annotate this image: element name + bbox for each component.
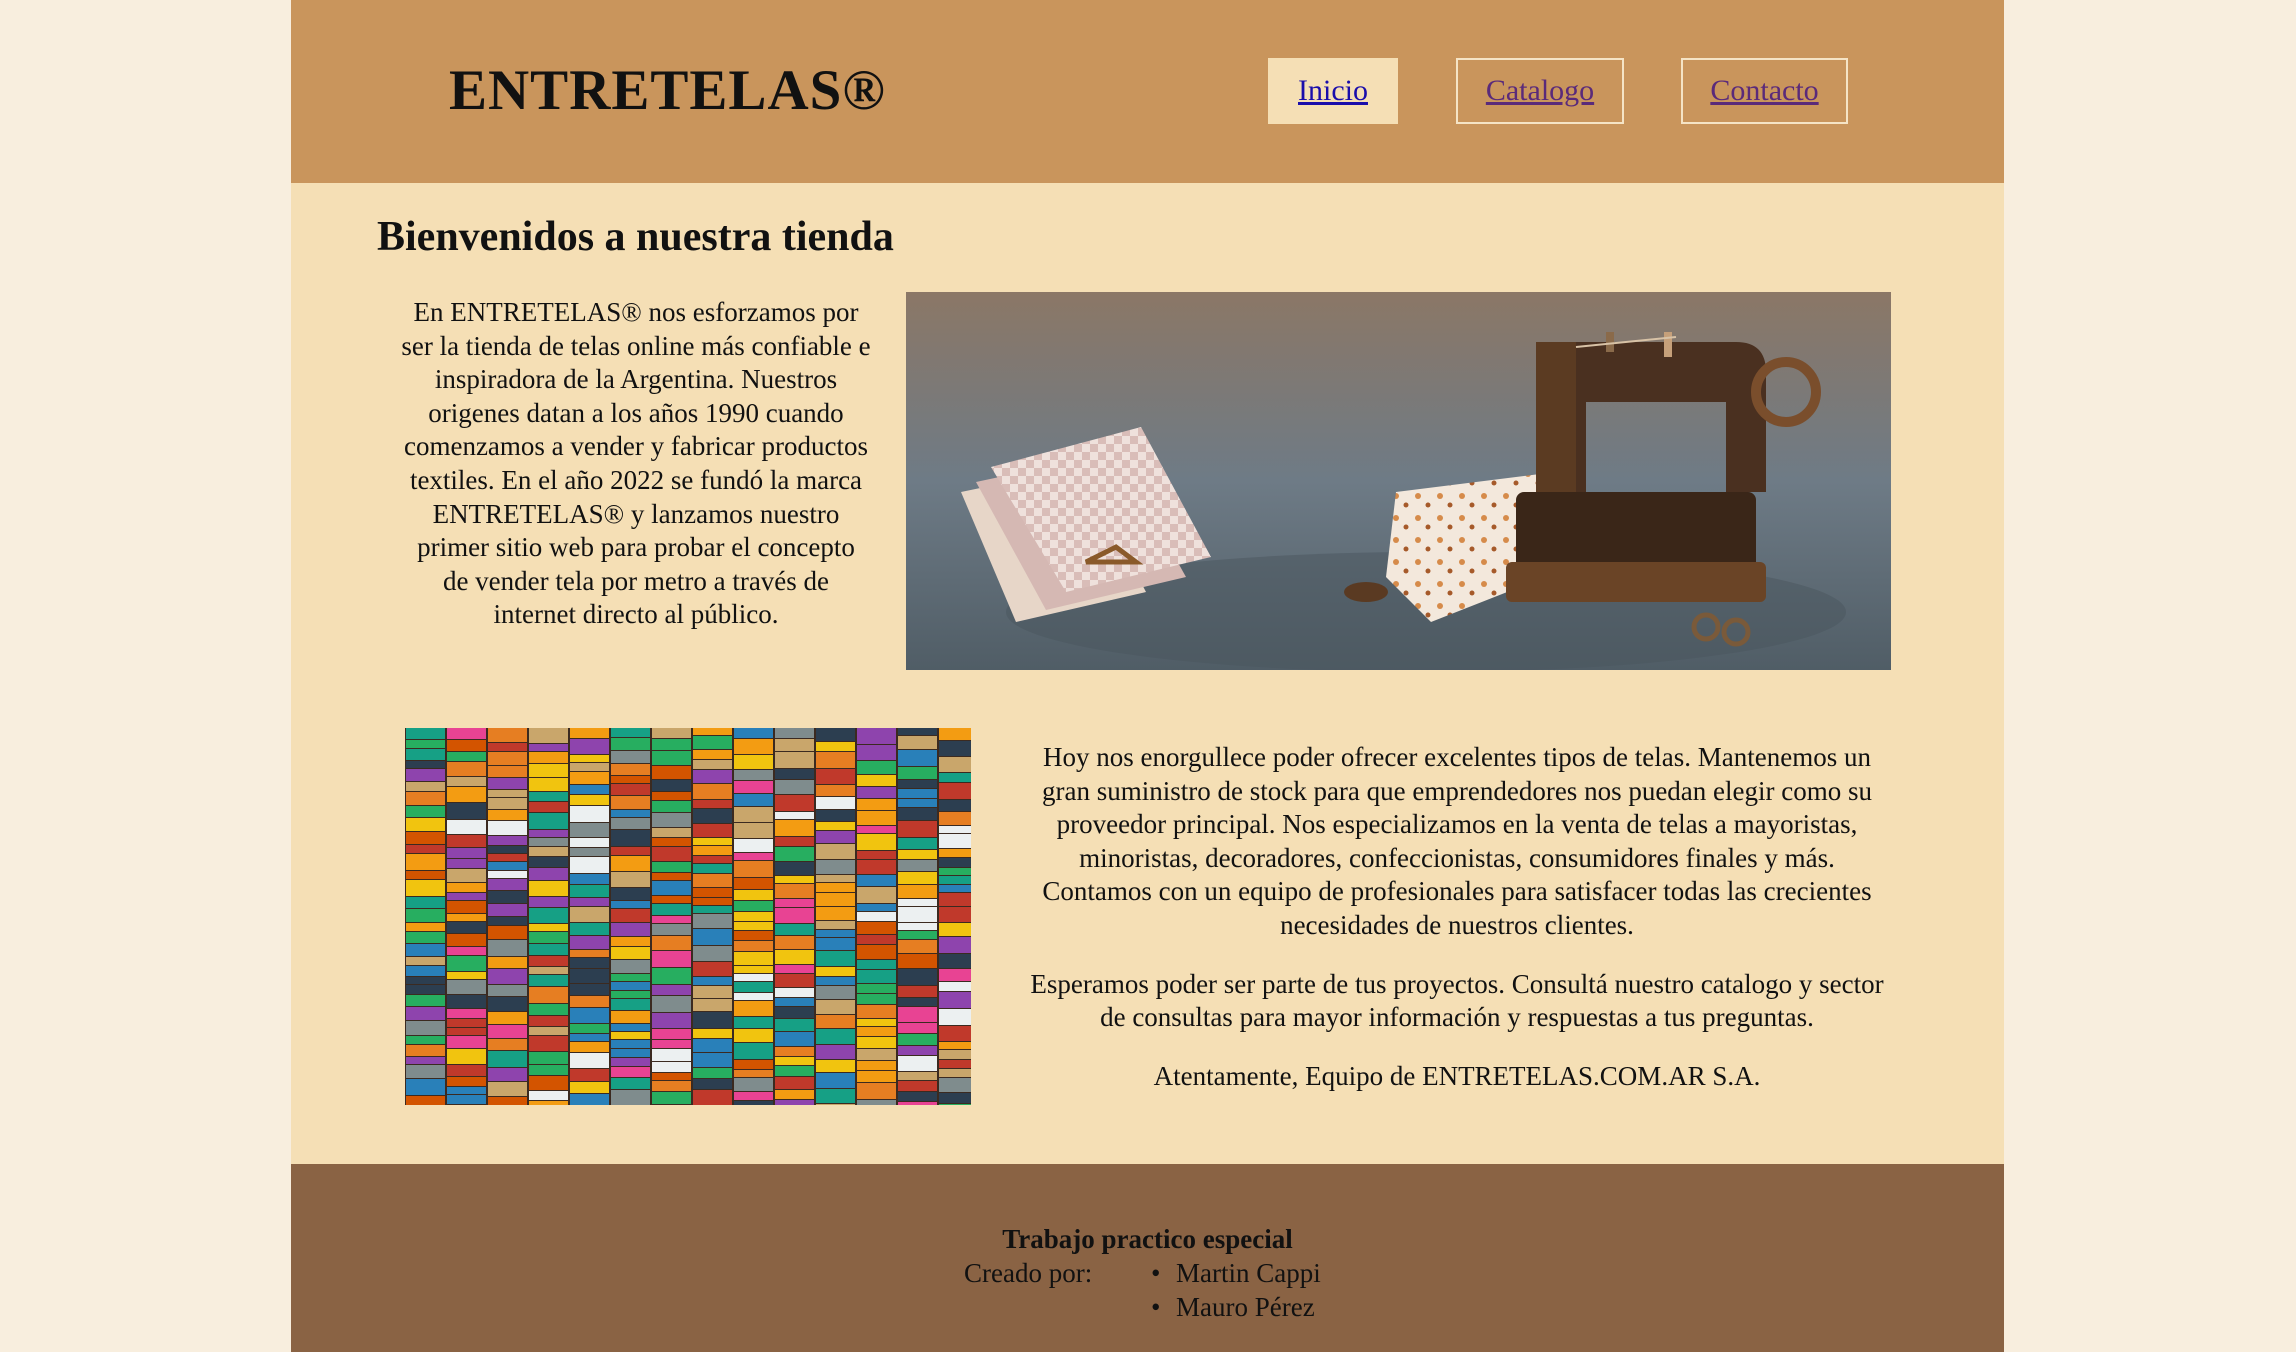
intro-paragraph: En ENTRETELAS® nos esforzamos por ser la…: [401, 297, 871, 630]
created-by-label: Creado por:: [964, 1258, 1093, 1288]
nav-contacto-button[interactable]: Contacto: [1681, 58, 1848, 124]
nav-catalogo-button[interactable]: Catalogo: [1456, 58, 1624, 124]
fabric-shelves-image: [405, 728, 971, 1105]
site-header: ENTRETELAS® Inicio Catalogo Contacto: [291, 0, 2004, 183]
authors-list: Martin Cappi Mauro Pérez: [1151, 1256, 1321, 1324]
author-item: Martin Cappi: [1151, 1256, 1321, 1290]
sewing-machine-image: [906, 292, 1891, 670]
nav-inicio-link[interactable]: Inicio: [1298, 74, 1368, 108]
body-paragraph-1: Hoy nos enorgullece poder ofrecer excele…: [1041, 742, 1872, 940]
body-text: Hoy nos enorgullece poder ofrecer excele…: [1027, 741, 1887, 1118]
page-container: ENTRETELAS® Inicio Catalogo Contacto Bie…: [291, 0, 2004, 1352]
fabric-shelves-illustration: [405, 728, 971, 1105]
author-item: Mauro Pérez: [1151, 1290, 1321, 1324]
page-title: Bienvenidos a nuestra tienda: [377, 214, 894, 260]
nav-catalogo-link[interactable]: Catalogo: [1486, 74, 1594, 108]
nav-contacto-link[interactable]: Contacto: [1710, 74, 1818, 108]
brand-logo: ENTRETELAS®: [449, 59, 886, 122]
site-footer: [291, 1164, 2004, 1352]
body-signoff: Atentamente, Equipo de ENTRETELAS.COM.AR…: [1153, 1060, 1761, 1091]
sewing-machine-illustration: [906, 292, 1891, 670]
nav-inicio-button[interactable]: Inicio: [1268, 58, 1398, 124]
footer-title: Trabajo practico especial: [1002, 1224, 1293, 1254]
body-paragraph-2: Esperamos poder ser parte de tus proyect…: [1030, 968, 1884, 1033]
